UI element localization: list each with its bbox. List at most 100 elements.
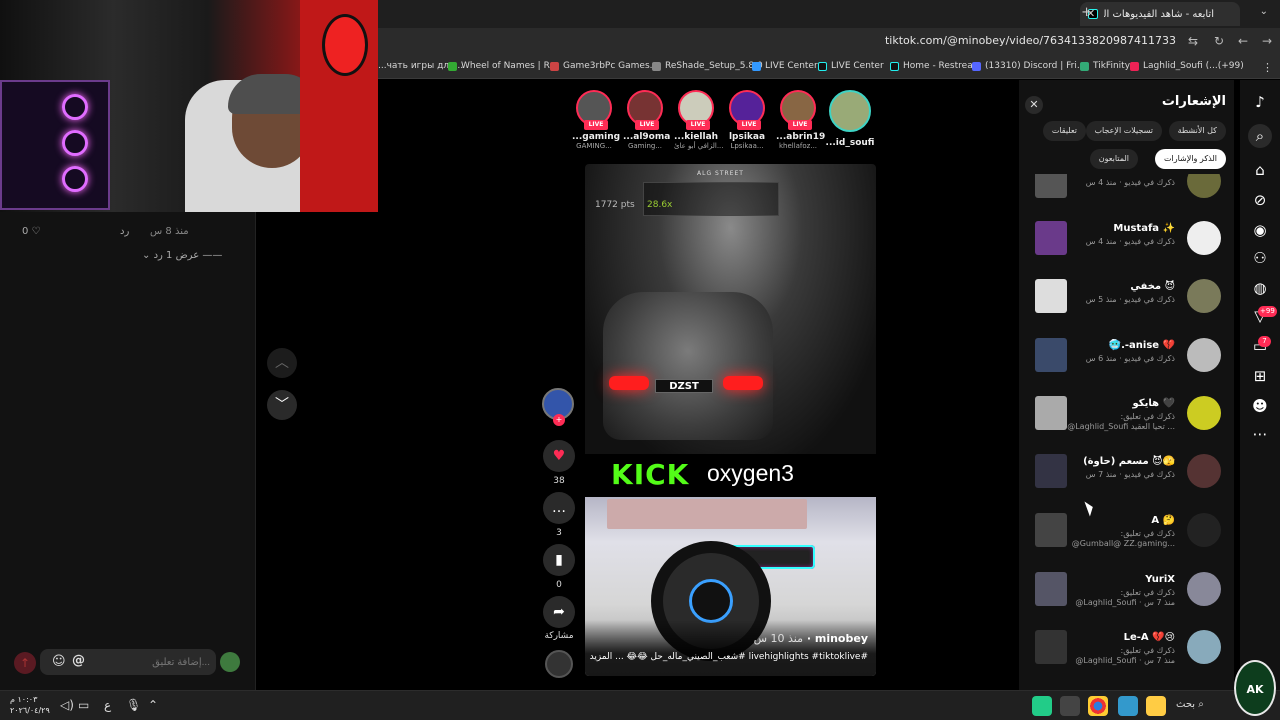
bookmark-item[interactable]: (13310) Discord | Fri...	[972, 61, 1085, 71]
new-tab-icon[interactable]: +	[1081, 5, 1092, 20]
tab-likes[interactable]: تسجيلات الإعجاب	[1085, 121, 1162, 141]
notification-text: ذكرك في فيديو · منذ 6 س	[1085, 354, 1175, 363]
webcam-overlay	[0, 0, 378, 212]
live-user[interactable]: LIVE lpsikaa Lpsikaa...	[725, 90, 769, 150]
tab-comments[interactable]: تعليقات	[1042, 121, 1086, 141]
comment-input-box[interactable]: ☺ @	[40, 649, 216, 675]
clock[interactable]: ١٠:٠٣ م ٢٠٢٦/٠٤/٢٩	[10, 694, 50, 716]
live-user[interactable]: LIVE ...al9oma Gaming...	[623, 90, 670, 150]
browser-tab[interactable]: ✕ أتابعه - شاهد الفيديوهات الخاصة...	[1080, 2, 1240, 26]
tiktok-logo-icon[interactable]: ♪	[1248, 90, 1272, 114]
live-user[interactable]: LIVE ...kiellah الزافي أبو عائ...	[674, 90, 724, 150]
live-icon[interactable]: ◍	[1248, 276, 1272, 300]
explore-icon[interactable]: ⊘	[1248, 188, 1272, 212]
notification-item[interactable]: 🥶.-anise 💔 ذكرك في فيديو · منذ 6 س	[1033, 338, 1223, 376]
bookmark-item[interactable]: LIVE Center	[818, 61, 884, 71]
tab-mentions[interactable]: الذكر والإشارات	[1154, 149, 1226, 169]
close-icon[interactable]: ✕	[1025, 96, 1043, 114]
bookmark-icon	[448, 61, 457, 71]
search-icon[interactable]: ⌕	[1248, 124, 1272, 148]
rgb-fan	[62, 130, 88, 156]
home-icon[interactable]: ⌂	[1248, 158, 1272, 182]
friends-icon[interactable]: ⚇	[1248, 246, 1272, 270]
forward-icon[interactable]: →	[1262, 34, 1272, 48]
back-icon[interactable]: ←	[1238, 34, 1248, 48]
tab-all-activity[interactable]: كل الأنشطة	[1168, 121, 1226, 141]
microphone-icon[interactable]: 🎙	[126, 698, 141, 712]
folder-icon[interactable]	[1146, 696, 1166, 716]
notification-text: ذكرك في تعليق:	[1120, 412, 1175, 421]
bookmark-item[interactable]: ReShade_Setup_5.8.0	[652, 61, 763, 71]
notification-item[interactable]: Le-A 💔😢 ذكرك في تعليق: @Laghlid_Soufi · …	[1033, 630, 1223, 668]
view-replies-button[interactable]: ⌄ عرض 1 رد ——	[142, 250, 222, 261]
video-author[interactable]: منذ 10 س · minobey	[754, 632, 868, 645]
language-indicator[interactable]: ع	[104, 698, 111, 712]
send-comment-button[interactable]: ↑	[14, 652, 36, 674]
live-user[interactable]: LIVE ...gaming GAMING...	[572, 90, 620, 150]
app-icon[interactable]	[1060, 696, 1080, 716]
follow-plus-icon[interactable]: +	[553, 414, 565, 426]
bookmark-icon	[1130, 61, 1139, 71]
following-icon[interactable]: ◉	[1248, 218, 1272, 242]
comment-input[interactable]	[100, 653, 210, 671]
video-player[interactable]: ALG STREET 1772 pts 28.6x DZST KICK oxyg…	[585, 164, 876, 676]
avatar: LIVE	[729, 90, 765, 130]
chevron-up-icon[interactable]: ⌃	[148, 698, 158, 712]
comments-panel: 0 ♡ منذ 8 س رد ⌄ عرض 1 رد —— ↑ ☺ @	[0, 212, 256, 690]
reload-icon[interactable]: ↻	[1214, 34, 1224, 48]
bookmark-icon[interactable]: ▮	[543, 544, 575, 576]
notification-item[interactable]: ذكرك في فيديو · منذ 4 س	[1033, 174, 1223, 198]
emoji-icon[interactable]: ☺	[52, 654, 66, 669]
video-description[interactable]: #livehighlights #tiktoklive #شعب_الصيني_…	[588, 652, 868, 662]
bookmark-item[interactable]: LIVE Center	[752, 61, 818, 71]
bookmark-item[interactable]: Game3rbPc Games...	[550, 61, 658, 71]
view-replies-label: عرض 1 رد	[153, 250, 200, 261]
mention-icon[interactable]: @	[72, 653, 85, 668]
bookmark-item[interactable]: Laghlid_Soufi (...(+99)	[1130, 61, 1244, 71]
notification-item[interactable]: A 🤔 ذكرك في تعليق: @Gumball@ ZZ.gaming..…	[1033, 513, 1223, 551]
tab-followers[interactable]: المتابعون	[1089, 149, 1138, 169]
network-icon[interactable]: ▭	[78, 698, 89, 712]
live-strip: LIVE ...gaming GAMING... LIVE ...al9oma …	[570, 86, 880, 156]
bookmark-item[interactable]: Wheel of Names | R...	[448, 61, 558, 71]
comment-like-count[interactable]: 0 ♡	[22, 226, 41, 237]
store-icon[interactable]	[1118, 696, 1138, 716]
bookmark-label: ReShade_Setup_5.8.0	[665, 61, 763, 71]
profile-icon[interactable]: ☻	[1248, 394, 1272, 418]
notification-item[interactable]: YuriX ذكرك في تعليق: @Laghlid_Soufi · من…	[1033, 572, 1223, 610]
notification-item[interactable]: Mustafa ✨ ذكرك في فيديو · منذ 4 س	[1033, 221, 1223, 259]
live-user[interactable]: ...id_soufi	[825, 90, 875, 148]
previous-video-button[interactable]: ︿	[267, 348, 297, 378]
more-bookmarks-icon[interactable]: ⋮	[1262, 61, 1273, 74]
heart-icon[interactable]: ♥	[543, 440, 575, 472]
upload-icon[interactable]: ⊞	[1248, 364, 1272, 388]
app-icon[interactable]	[1032, 696, 1052, 716]
notification-item[interactable]: مخفي 😈 ذكرك في فيديو · منذ 5 س	[1033, 279, 1223, 317]
notification-item[interactable]: مسعم (حاوة) 😈🫣 ذكرك في فيديو · منذ 7 س	[1033, 454, 1223, 492]
tiktok-sidebar: ♪ ⌕ ⌂ ⊘ ◉ ⚇ ◍ ▽ +99 ▭ 7 ⊞ ☻ ⋯	[1240, 80, 1280, 690]
tiktok-icon	[818, 61, 827, 71]
more-icon[interactable]: ⋯	[1248, 422, 1272, 446]
reply-button[interactable]: رد	[120, 226, 129, 237]
bookmark-icon	[752, 61, 761, 71]
bookmark-item[interactable]: TikFinity	[1080, 61, 1130, 71]
video-thumbnail	[1035, 572, 1067, 606]
clock-time: ١٠:٠٣ م	[10, 695, 38, 704]
site-settings-icon[interactable]: ⇆	[1188, 34, 1198, 48]
share-icon[interactable]: ➦	[543, 596, 575, 628]
inbox-badge: +99	[1258, 306, 1277, 317]
volume-icon[interactable]: ◁)	[60, 698, 74, 712]
chrome-icon[interactable]	[1088, 696, 1108, 716]
music-disc-icon[interactable]	[545, 650, 573, 678]
notification-text: ذكرك في تعليق:	[1120, 529, 1175, 538]
url-field[interactable]: tiktok.com/@minobey/video/76341338209874…	[885, 34, 1176, 47]
live-user[interactable]: LIVE ...abrin19 khellafoz...	[776, 90, 825, 150]
tab-search-icon[interactable]: ⌄	[1260, 6, 1268, 17]
notification-item[interactable]: هايكو 🖤 ذكرك في تعليق: @Laghlid_Soufi تح…	[1033, 396, 1223, 434]
panel-title: الإشعارات	[1161, 94, 1226, 109]
avatar: LIVE	[780, 90, 816, 130]
taskbar-search[interactable]: بحث ⌕	[1176, 699, 1204, 710]
comment-icon[interactable]: …	[543, 492, 575, 524]
bookmark-item[interactable]: Home - Restream	[890, 61, 981, 71]
next-video-button[interactable]: ﹀	[267, 390, 297, 420]
